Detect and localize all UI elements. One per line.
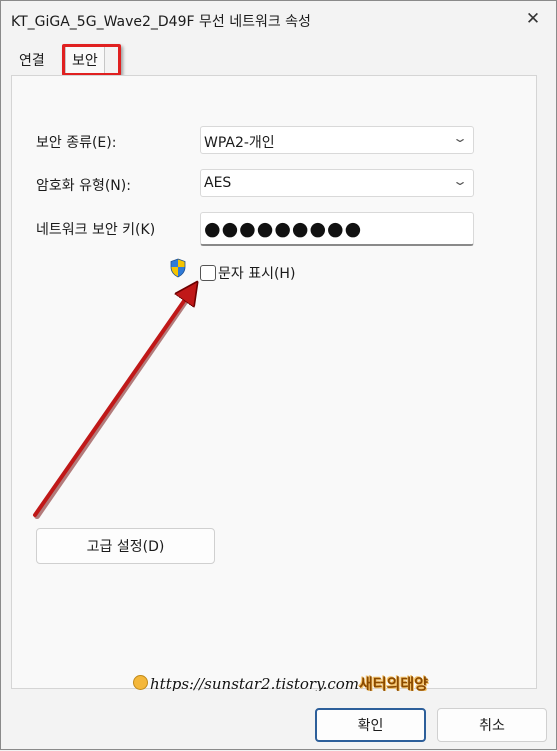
- dialog-footer: 확인 취소: [1, 691, 556, 749]
- cancel-button[interactable]: 취소: [437, 708, 547, 742]
- cancel-label: 취소: [479, 718, 505, 734]
- annotation-arrow: [33, 1, 557, 519]
- properties-dialog: KT_GiGA_5G_Wave2_D49F 무선 네트워크 속성 ✕ 연결 보안…: [0, 0, 557, 750]
- ok-label: 확인: [357, 718, 384, 734]
- smiley-icon: [133, 675, 148, 690]
- ok-button[interactable]: 확인: [315, 708, 426, 742]
